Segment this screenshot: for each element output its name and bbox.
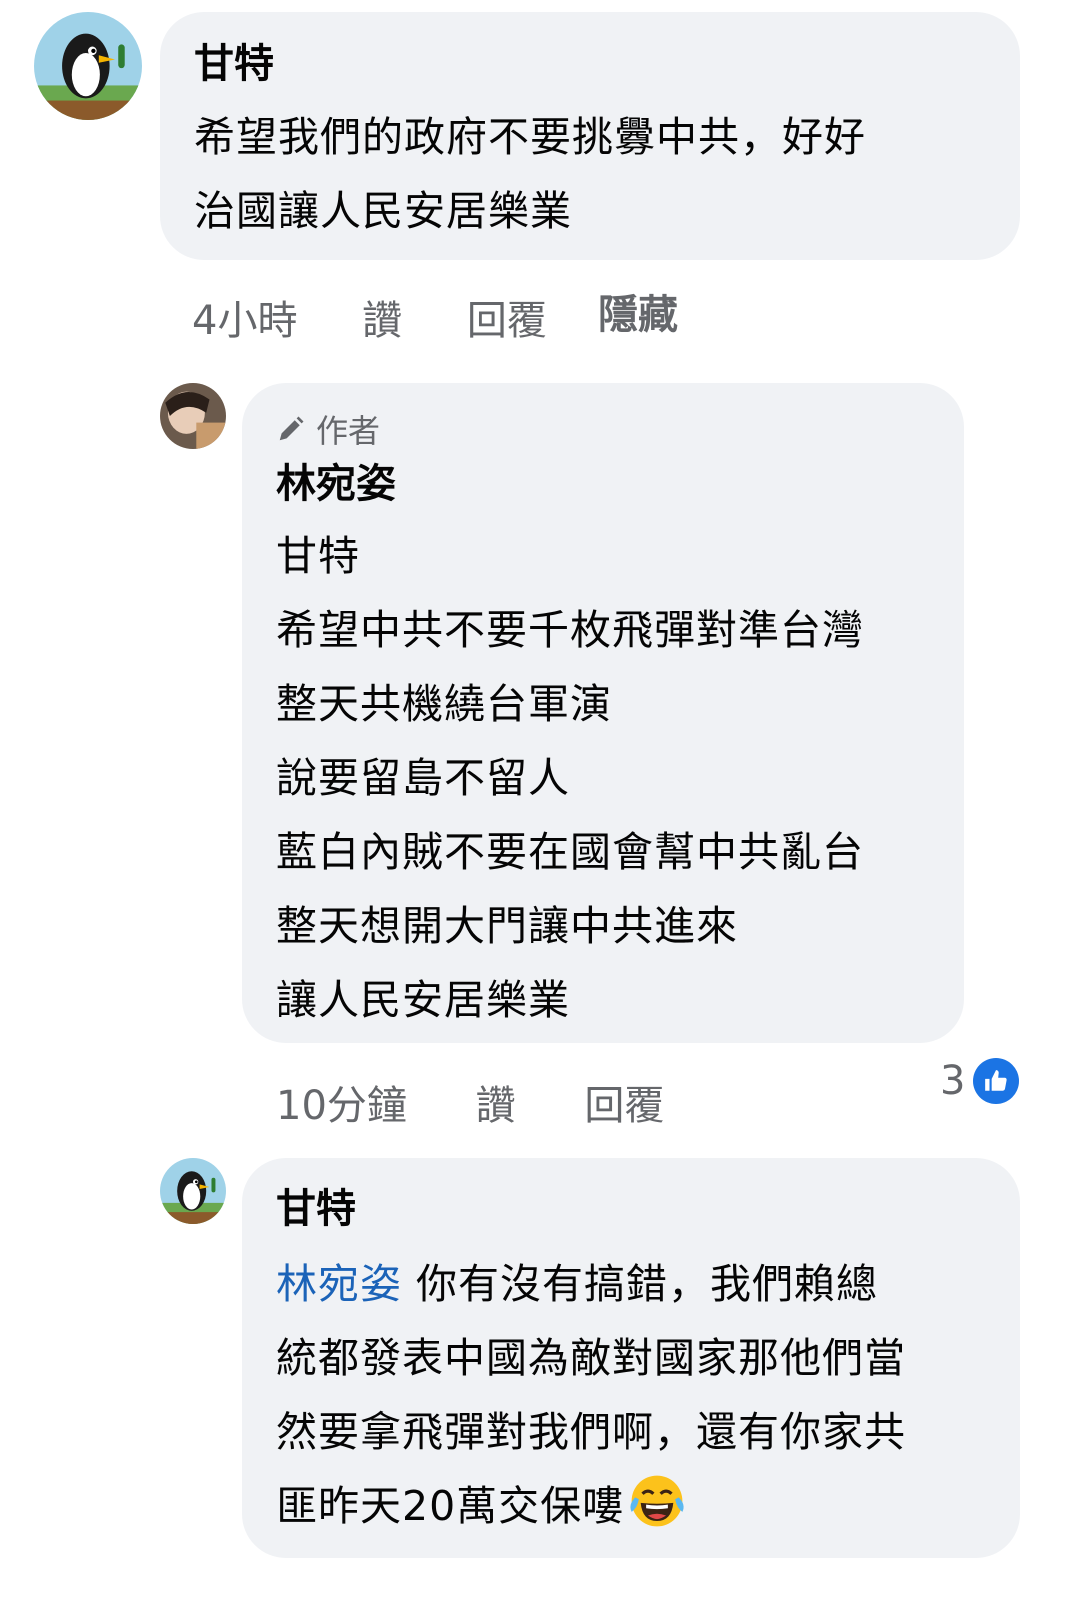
comment-text: 甘特 希望中共不要千枚飛彈對準台灣 整天共機繞台軍演 說要留島不留人 藍白內賊不… — [276, 532, 864, 1024]
like-link[interactable]: 讚 — [476, 1083, 516, 1129]
reply-link[interactable]: 回覆 — [467, 298, 547, 344]
comment-meta-row: 10分鐘 讚 回覆 — [276, 1073, 664, 1131]
comment-author-name[interactable]: 林宛姿 — [276, 460, 396, 508]
comment-timestamp[interactable]: 4小時 — [192, 298, 297, 344]
penguin-avatar-icon — [34, 12, 142, 120]
comment-text: 希望我們的政府不要挑釁中共，好好 治國讓人民安居樂業 — [194, 113, 866, 235]
mention-link[interactable]: 林宛姿 — [276, 1260, 402, 1308]
hide-link[interactable]: 隱藏 — [598, 282, 678, 340]
avatar-gante[interactable] — [160, 1158, 226, 1224]
comment-text: 林宛姿 你有沒有搞錯，我們賴總 統都發表中國為敵對國家那他們當 然要拿飛彈對我們… — [276, 1260, 906, 1530]
comment-author-name[interactable]: 甘特 — [194, 40, 274, 88]
penguin-avatar-icon — [160, 1158, 226, 1224]
reply-link[interactable]: 回覆 — [584, 1083, 664, 1129]
author-badge: 作者 — [276, 406, 380, 452]
pencil-icon — [279, 416, 304, 441]
profile-photo-icon — [160, 383, 226, 449]
avatar-author[interactable] — [160, 383, 226, 449]
comment-meta-row: 4小時 讚 回覆 — [192, 288, 547, 346]
comment-author-name[interactable]: 甘特 — [276, 1185, 356, 1233]
avatar-gante[interactable] — [34, 12, 142, 120]
reaction-summary[interactable]: 3 — [940, 1058, 1020, 1104]
comment-timestamp[interactable]: 10分鐘 — [276, 1083, 407, 1129]
tears-of-joy-emoji-icon — [630, 1475, 684, 1527]
like-link[interactable]: 讚 — [362, 298, 402, 344]
thumbs-up-icon — [973, 1058, 1020, 1104]
reaction-count: 3 — [940, 1058, 966, 1104]
